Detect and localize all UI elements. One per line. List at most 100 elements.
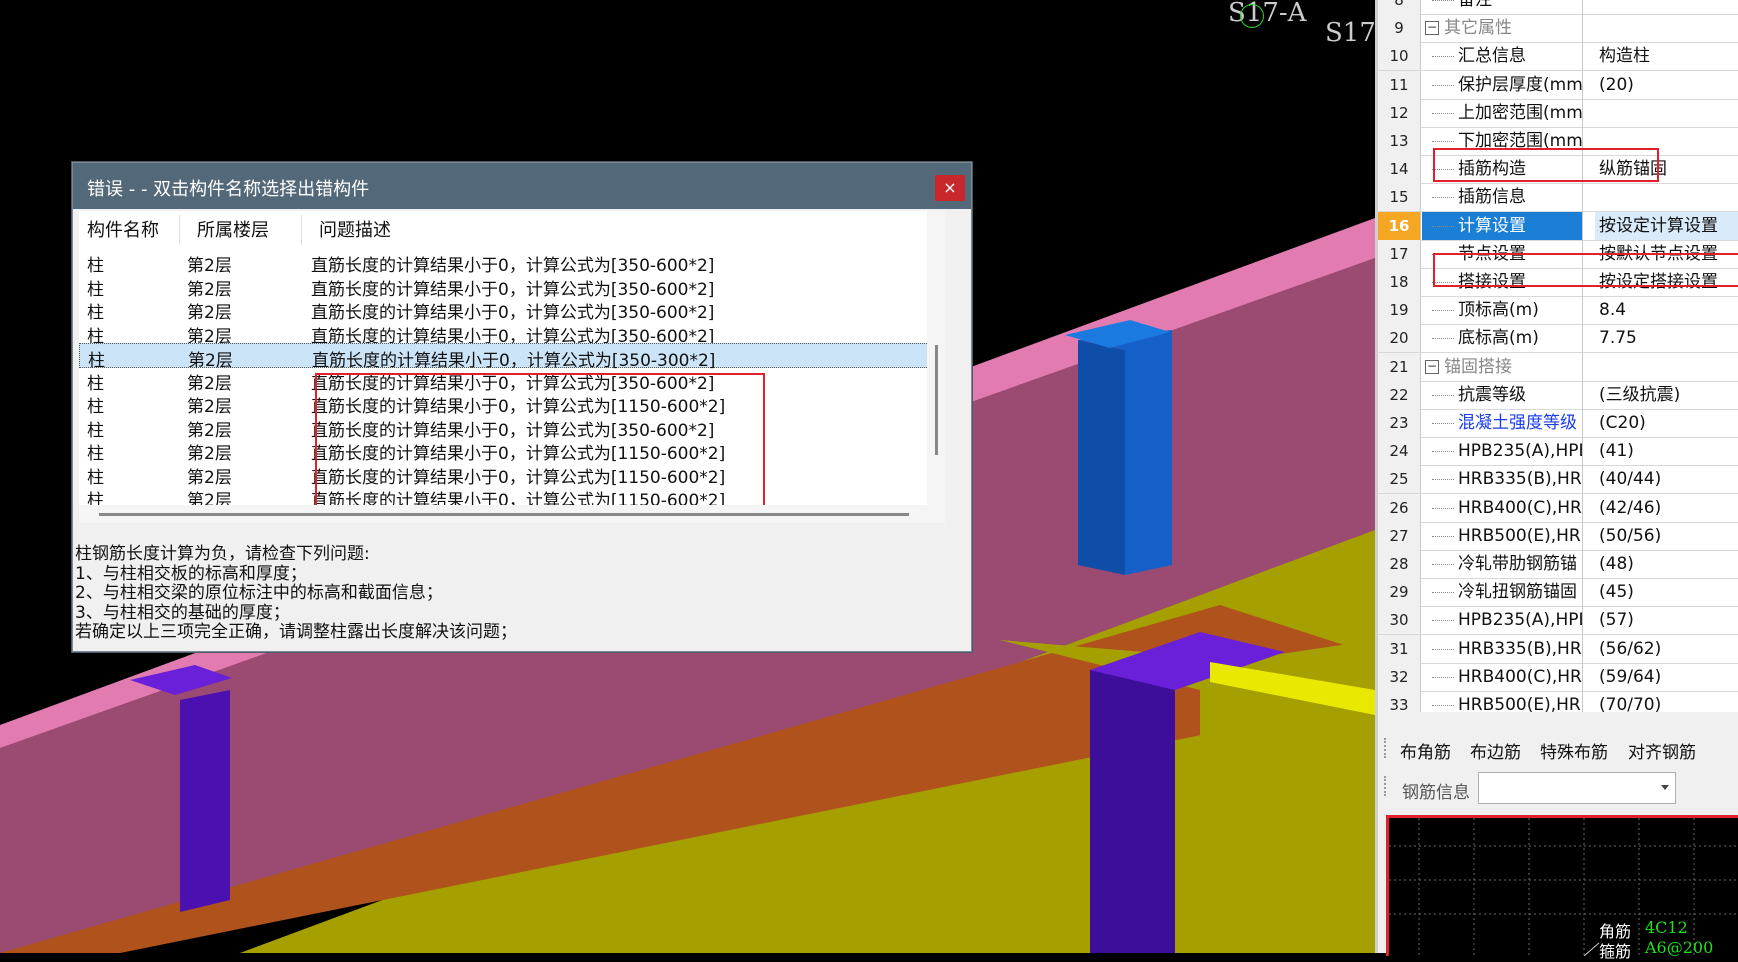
property-row[interactable]: 22 抗震等级 (三级抗震) [1378,380,1738,410]
property-value[interactable]: (50/56) [1595,522,1738,550]
property-name: HRB400(C),HRB4 [1422,493,1583,522]
property-value[interactable]: (57) [1595,606,1738,634]
row-number: 26 [1378,493,1421,522]
property-row[interactable]: 10 汇总信息 构造柱 [1378,42,1738,72]
column-header-desc[interactable]: 问题描述 [319,217,391,245]
property-name-text: 冷轧带肋钢筋锚 [1458,554,1577,574]
property-row[interactable]: 30 HPB235(A),HPB3 (57) [1378,606,1738,636]
property-value[interactable]: (59/64) [1595,663,1738,691]
property-row[interactable]: 33 HRB500(E),HRB5 (70/70) [1378,691,1738,712]
property-row[interactable]: 20 底标高(m) 7.75 [1378,324,1738,354]
row-number: 10 [1378,42,1421,71]
property-row[interactable]: 25 HRB335(B),HRB3 (40/44) [1378,465,1738,495]
property-name-text: HRB400(C),HRB4 [1458,497,1582,518]
vertical-scrollbar[interactable] [927,211,945,523]
column-divider[interactable] [301,215,302,245]
close-button[interactable]: × [935,175,965,201]
row-number: 20 [1378,324,1421,353]
property-value[interactable]: (三级抗震) [1595,381,1738,409]
property-value[interactable]: (48) [1595,550,1738,578]
property-row[interactable]: 23 混凝土强度等级 (C20) [1378,409,1738,438]
rebar-info-label: 钢筋信息 [1402,783,1470,803]
property-row[interactable]: 12 上加密范围(mm) [1378,98,1738,128]
property-name-text: 冷轧扭钢筋锚固 [1458,582,1577,603]
property-row[interactable]: 16 计算设置 按设定计算设置 [1378,211,1738,241]
column-header-floor[interactable]: 所属楼层 [197,217,269,245]
properties-panel[interactable]: 8 备注 9− 其它属性 10 汇总信息 构造柱 11 保护层厚度(mm) (20) 12 上加密范围… [1375,0,1738,712]
axis-marker-icon [1240,4,1264,28]
dialog-title-bar[interactable]: 错误 - - 双击构件名称选择出错构件 × [73,163,971,209]
tree-line [1432,592,1454,594]
edge-rebar-button[interactable]: 布边筋 [1470,738,1521,763]
table-row[interactable]: 柱第2层 直筋长度的计算结果小于0，计算公式为[350-600*2] [79,273,945,300]
property-row[interactable]: 21− 锚固搭接 [1378,352,1738,382]
property-row[interactable]: 11 保护层厚度(mm) (20) [1378,70,1738,100]
property-name: − 锚固搭接 [1422,352,1583,381]
property-name-text: 插筋信息 [1458,187,1526,208]
property-name: 底标高(m) [1422,324,1583,353]
property-row[interactable]: 32 HRB400(C),HRB4 (59/64) [1378,662,1738,692]
property-value[interactable]: (45) [1595,578,1738,606]
column-header-name[interactable]: 构件名称 [87,217,159,245]
description-line: 柱钢筋长度计算为负，请检查下列问题: [75,544,370,564]
table-row[interactable]: 柱第2层 直筋长度的计算结果小于0，计算公式为[350-600*2] [79,320,945,347]
error-dialog[interactable]: 错误 - - 双击构件名称选择出错构件 × 构件名称 所属楼层 问题描述 柱第2… [72,162,972,652]
table-row[interactable]: 柱第2层 直筋长度的计算结果小于0，计算公式为[350-300*2] [79,343,945,371]
property-row[interactable]: 15 插筋信息 [1378,183,1738,213]
property-value[interactable]: 8.4 [1595,296,1738,324]
property-row[interactable]: 28 冷轧带肋钢筋锚 (48) [1378,550,1738,579]
property-value[interactable]: (56/62) [1595,635,1738,663]
property-value[interactable]: 7.75 [1595,324,1738,352]
property-row[interactable]: 24 HPB235(A),HPB3 (41) [1378,437,1738,467]
axis-label-s17: S17 [1325,18,1376,48]
property-row[interactable]: 9− 其它属性 [1378,14,1738,44]
property-value[interactable]: (41) [1595,437,1738,465]
property-row[interactable]: 19 顶标高(m) 8.4 [1378,296,1738,326]
property-value[interactable]: 按设定计算设置 [1595,211,1738,240]
corner-rebar-button[interactable]: 布角筋 [1400,738,1451,763]
property-value[interactable]: 构造柱 [1595,42,1738,70]
chevron-down-icon [1661,785,1669,790]
property-row[interactable]: 8 备注 [1378,0,1738,15]
horizontal-scrollbar[interactable] [79,505,927,523]
error-list[interactable]: 构件名称 所属楼层 问题描述 柱第2层 直筋长度的计算结果小于0，计算公式为[35… [79,211,945,523]
scroll-thumb[interactable] [99,513,909,516]
property-value[interactable] [1595,0,1738,14]
property-name: 冷轧扭钢筋锚固 [1422,578,1583,607]
scroll-thumb[interactable] [935,345,938,455]
rebar-edit-panel: 布角筋 布边筋 特殊布筋 对齐钢筋 钢筋信息 角筋 4C12 箍筋 A6@200 [1375,712,1738,961]
section-view[interactable]: 角筋 4C12 箍筋 A6@200 [1386,815,1738,961]
property-row[interactable]: 26 HRB400(C),HRB4 (42/46) [1378,493,1738,523]
toolbar-grip-icon[interactable] [1384,776,1389,796]
special-rebar-button[interactable]: 特殊布筋 [1540,738,1608,763]
table-row[interactable]: 柱第2层 直筋长度的计算结果小于0，计算公式为[350-600*2] [79,249,945,276]
table-row[interactable]: 柱第2层 直筋长度的计算结果小于0，计算公式为[350-600*2] [79,296,945,323]
row-number: 22 [1378,380,1421,409]
property-name: 上加密范围(mm) [1422,98,1583,127]
property-value[interactable]: (40/44) [1595,465,1738,493]
stirrup-label: 箍筋 [1599,942,1632,961]
row-number: 21 [1378,352,1421,381]
collapse-icon[interactable]: − [1425,21,1439,36]
property-name-text: 上加密范围(mm) [1458,102,1583,123]
property-row[interactable]: 29 冷轧扭钢筋锚固 (45) [1378,578,1738,608]
property-value[interactable] [1595,14,1738,42]
property-value[interactable]: (70/70) [1595,691,1738,712]
collapse-icon[interactable]: − [1425,359,1439,374]
property-value[interactable]: (20) [1595,71,1738,99]
property-name-text: 保护层厚度(mm) [1458,74,1583,95]
align-rebar-button[interactable]: 对齐钢筋 [1628,738,1696,763]
property-row[interactable]: 31 HRB335(B),HRB3 (56/62) [1378,634,1738,664]
property-value[interactable]: (42/46) [1595,494,1738,522]
column-divider[interactable] [179,215,180,245]
property-value[interactable] [1595,99,1738,127]
highlight-box-property [1433,148,1659,182]
rebar-info-select[interactable] [1478,772,1676,804]
property-value[interactable]: (C20) [1595,409,1738,437]
property-value[interactable] [1595,353,1738,381]
property-name-text: 备注 [1458,0,1492,10]
toolbar-grip-icon[interactable] [1384,738,1389,758]
property-row[interactable]: 27 HRB500(E),HRB5 (50/56) [1378,521,1738,551]
description-line: 3、与柱相交的基础的厚度； [75,602,290,623]
property-value[interactable] [1595,183,1738,211]
